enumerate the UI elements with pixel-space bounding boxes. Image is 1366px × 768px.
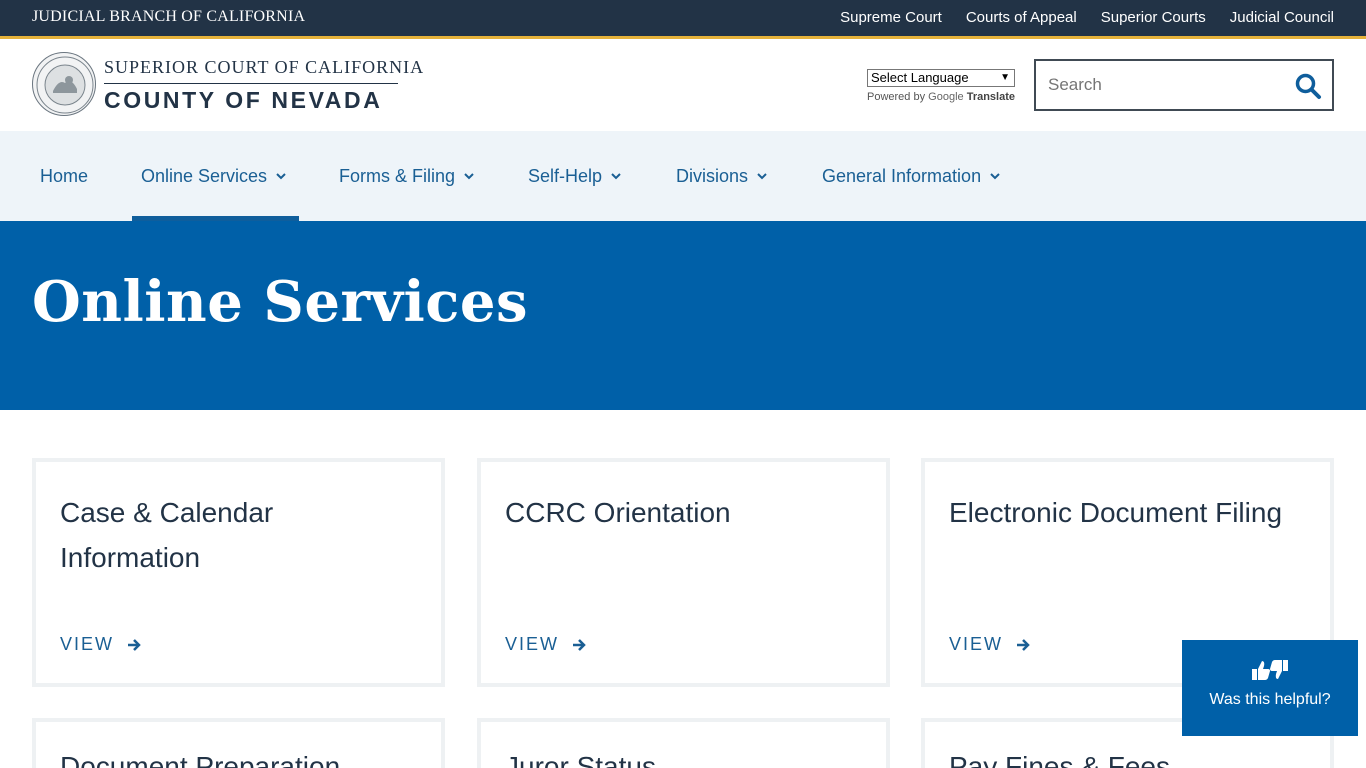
chevron-down-icon: ▼ (1000, 72, 1010, 83)
chevron-down-icon (757, 173, 767, 180)
chevron-down-icon (611, 173, 621, 180)
logo-divider (104, 83, 398, 84)
card-view-label: VIEW (949, 634, 1004, 654)
search-input[interactable] (1048, 75, 1278, 95)
card-view-label: VIEW (505, 634, 560, 654)
card-title: Pay Fines & Fees (949, 751, 1170, 768)
arrow-right-icon (1017, 638, 1030, 651)
nav-general-information-label: General Information (822, 165, 982, 186)
top-bar: JUDICIAL BRANCH OF CALIFORNIA Supreme Co… (0, 0, 1366, 36)
nav-forms-filing[interactable]: Forms & Filing (339, 131, 475, 221)
nav-online-services[interactable]: Online Services (141, 131, 287, 221)
card-view-link[interactable]: VIEW (60, 634, 142, 655)
chevron-down-icon (276, 173, 286, 180)
judicial-branch-title[interactable]: JUDICIAL BRANCH OF CALIFORNIA (32, 8, 305, 26)
card-title: CCRC Orientation (505, 497, 731, 528)
powered-by-google: Powered by Google Translate (867, 91, 1015, 103)
logo-superior-court[interactable]: SUPERIOR COURT OF CALIFORNIA (104, 57, 424, 78)
service-card-document-preparation[interactable]: Document Preparation (32, 718, 445, 768)
card-view-label: VIEW (60, 634, 115, 654)
page-hero: Online Services (0, 221, 1366, 410)
google-logo-text: Google (928, 91, 964, 103)
feedback-widget[interactable]: Was this helpful? (1182, 640, 1358, 736)
nav-self-help-label: Self-Help (528, 165, 603, 186)
top-links: Supreme Court Courts of Appeal Superior … (840, 9, 1334, 26)
service-card-ccrc-orientation[interactable]: CCRC Orientation VIEW (477, 458, 890, 687)
top-link-supreme-court[interactable]: Supreme Court (840, 9, 942, 26)
language-select[interactable]: Select Language ▼ (867, 69, 1015, 87)
nav-self-help[interactable]: Self-Help (528, 131, 622, 221)
arrow-right-icon (573, 638, 586, 651)
nav-forms-filing-label: Forms & Filing (339, 165, 456, 186)
page-title: Online Services (32, 269, 529, 335)
card-title: Document Preparation (60, 751, 341, 768)
service-card-juror-status[interactable]: Juror Status (477, 718, 890, 768)
top-link-judicial-council[interactable]: Judicial Council (1230, 9, 1334, 26)
logo-county[interactable]: COUNTY OF NEVADA (104, 87, 382, 114)
card-title: Juror Status (505, 751, 656, 768)
card-title: Case & Calendar Information (60, 497, 274, 573)
translate-link[interactable]: Translate (967, 91, 1015, 103)
top-link-superior-courts[interactable]: Superior Courts (1101, 9, 1206, 26)
nav-home-label: Home (40, 165, 89, 186)
arrow-right-icon (128, 638, 141, 651)
service-card-case-calendar[interactable]: Case & Calendar Information VIEW (32, 458, 445, 687)
site-header: SUPERIOR COURT OF CALIFORNIA COUNTY OF N… (0, 39, 1366, 131)
card-title: Electronic Document Filing (949, 497, 1283, 528)
chevron-down-icon (464, 173, 474, 180)
language-translator: Select Language ▼ Powered by Google Tran… (867, 69, 1015, 103)
search-box (1034, 59, 1334, 111)
main-nav: Home Online Services Forms & Filing Self… (0, 131, 1366, 221)
powered-by-text: Powered by (867, 91, 926, 103)
top-link-courts-of-appeal[interactable]: Courts of Appeal (966, 9, 1077, 26)
card-view-link[interactable]: VIEW (949, 634, 1031, 655)
nav-general-information[interactable]: General Information (822, 131, 1001, 221)
nav-divisions[interactable]: Divisions (676, 131, 768, 221)
feedback-label: Was this helpful? (1209, 691, 1331, 708)
nav-divisions-label: Divisions (676, 165, 749, 186)
search-button[interactable] (1294, 72, 1322, 100)
card-view-link[interactable]: VIEW (505, 634, 587, 655)
court-seal-icon[interactable] (32, 52, 96, 116)
thumbs-up-down-icon (1252, 660, 1288, 680)
chevron-down-icon (990, 173, 1000, 180)
search-icon (1295, 73, 1321, 99)
nav-home[interactable]: Home (40, 131, 88, 221)
nav-online-services-label: Online Services (141, 165, 268, 186)
language-select-value: Select Language (871, 70, 969, 85)
